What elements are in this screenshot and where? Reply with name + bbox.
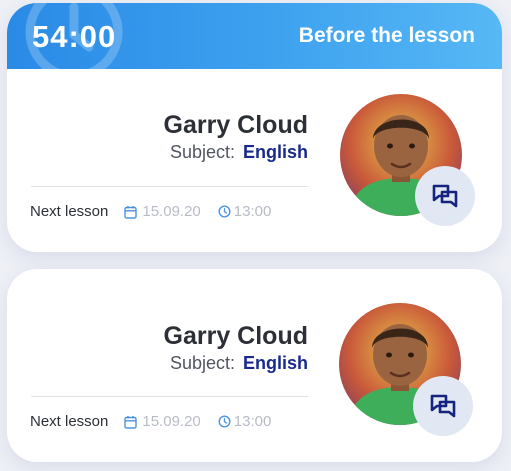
- subject-label: Subject:: [169, 142, 235, 162]
- session-banner: 54:00 Before the lesson: [7, 3, 502, 81]
- chat-button[interactable]: [415, 166, 475, 226]
- chat-icon: [432, 184, 458, 208]
- next-lesson-row: Next lesson 15.09.20 13:00: [30, 413, 271, 430]
- chat-icon: [430, 394, 456, 418]
- subject-value: English: [242, 353, 308, 373]
- next-lesson-date: 15.09.20: [142, 413, 201, 430]
- next-lesson-time: 13:00: [233, 413, 272, 430]
- next-lesson-row: Next lesson 15.09.20 13:00: [30, 203, 271, 220]
- teacher-info: Garry Cloud Subject: English: [164, 321, 308, 374]
- subject-line: Subject: English: [164, 142, 308, 163]
- subject-label: Subject:: [169, 353, 235, 373]
- subject-line: Subject: English: [164, 353, 308, 374]
- divider: [31, 396, 308, 397]
- countdown-timer: 54:00: [32, 19, 117, 54]
- session-status-label: Before the lesson: [298, 24, 475, 47]
- teacher-name: Garry Cloud: [163, 111, 308, 139]
- teacher-info: Garry Cloud Subject: English: [164, 110, 308, 163]
- clock-icon: [218, 205, 231, 218]
- chat-button[interactable]: [413, 376, 473, 436]
- next-lesson-label: Next lesson: [30, 413, 109, 430]
- lesson-card-active[interactable]: 54:00 Before the lesson Garry Cloud Subj…: [7, 3, 502, 252]
- clock-icon: [218, 415, 231, 428]
- next-lesson-time: 13:00: [233, 203, 272, 220]
- divider: [31, 186, 308, 187]
- teacher-name: Garry Cloud: [163, 322, 308, 350]
- next-lesson-date: 15.09.20: [142, 203, 201, 220]
- calendar-icon: [124, 415, 138, 429]
- next-lesson-label: Next lesson: [30, 203, 109, 220]
- subject-value: English: [242, 142, 308, 162]
- lesson-card[interactable]: Garry Cloud Subject: English Next lesson …: [7, 269, 502, 462]
- calendar-icon: [124, 205, 138, 219]
